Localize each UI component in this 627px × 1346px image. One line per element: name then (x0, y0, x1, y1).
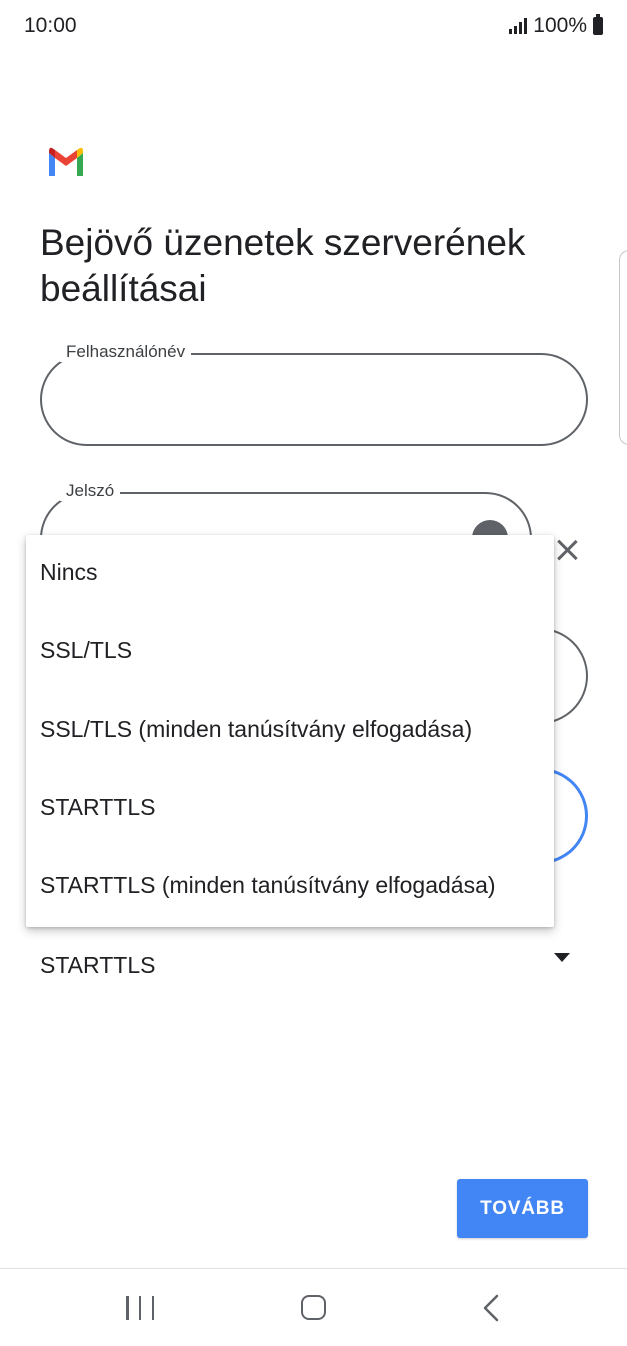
close-icon[interactable] (552, 535, 582, 565)
security-type-select[interactable]: STARTTLS (40, 948, 580, 988)
menu-item-ssl-tls[interactable]: SSL/TLS (26, 613, 554, 691)
security-selected-value: STARTTLS (40, 952, 156, 978)
recents-icon[interactable] (126, 1296, 154, 1320)
dropdown-arrow-icon (554, 953, 570, 962)
username-field[interactable] (40, 353, 588, 446)
menu-item-ssl-tls-accept-all[interactable]: SSL/TLS (minden tanúsítvány elfogadása) (26, 692, 554, 770)
menu-item-label: Nincs (40, 559, 98, 585)
signal-icon (509, 18, 528, 34)
menu-item-starttls-accept-all[interactable]: STARTTLS (minden tanúsítvány elfogadása) (26, 848, 554, 926)
scroll-edge (619, 250, 627, 445)
status-time: 10:00 (24, 14, 77, 37)
username-label: Felhasználónév (60, 342, 192, 362)
password-label: Jelszó (60, 481, 121, 501)
back-icon[interactable] (480, 1294, 504, 1322)
menu-item-starttls[interactable]: STARTTLS (26, 770, 554, 848)
battery-percent: 100% (533, 14, 587, 37)
home-icon[interactable] (301, 1295, 326, 1320)
battery-icon (593, 14, 603, 35)
security-dropdown-menu: Nincs SSL/TLS SSL/TLS (minden tanúsítván… (26, 535, 554, 927)
menu-item-label: STARTTLS (40, 794, 156, 820)
menu-item-label: STARTTLS (minden tanúsítvány elfogadása) (40, 872, 496, 898)
nav-divider (0, 1268, 627, 1269)
menu-item-none[interactable]: Nincs (26, 535, 554, 613)
status-right: 100% (509, 14, 603, 38)
next-button[interactable]: TOVÁBB (457, 1179, 588, 1238)
menu-item-label: SSL/TLS (40, 637, 133, 663)
gmail-logo-icon (49, 147, 83, 176)
page-title: Bejövő üzenetek szerverének beállításai (40, 222, 526, 309)
menu-item-label: SSL/TLS (minden tanúsítvány elfogadása) (40, 716, 473, 742)
